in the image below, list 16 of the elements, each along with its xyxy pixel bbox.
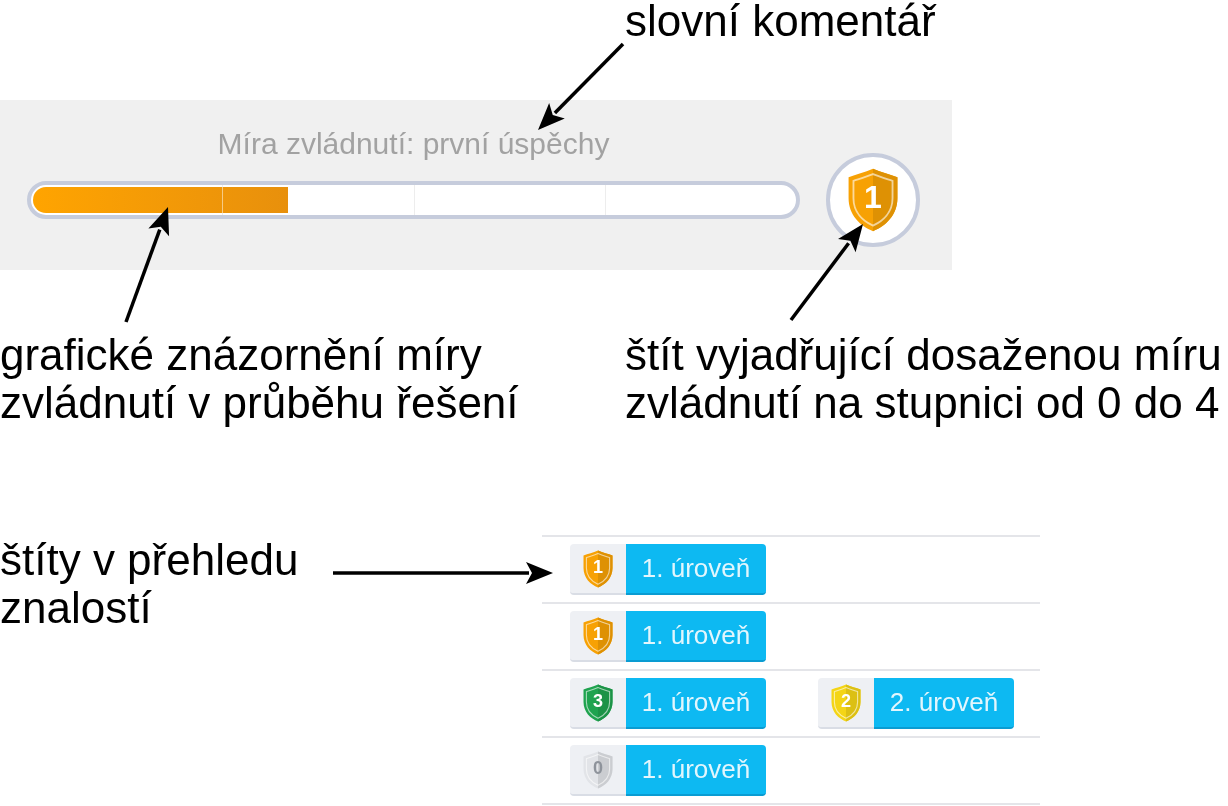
shield-number: 0 [593, 758, 603, 780]
shield-number: 1 [593, 624, 603, 646]
level-label[interactable]: 1. úroveň [626, 544, 766, 595]
level-label[interactable]: 1. úroveň [626, 745, 766, 796]
level-label[interactable]: 2. úroveň [874, 678, 1014, 729]
shield-number: 1 [593, 557, 603, 579]
annotation-text: slovní komentář [625, 0, 936, 45]
level-label[interactable]: 1. úroveň [626, 678, 766, 729]
annotation-text: štíty v přehledu znalostí [0, 536, 299, 632]
annotation-text: štít vyjadřující dosaženou míru zvládnutí na stupnici od 0 do 4 [625, 331, 1222, 427]
level-label[interactable]: 1. úroveň [626, 611, 766, 662]
annotation-text: grafické znázornění míry zvládnutí v průběhu řešení [0, 331, 519, 427]
mastery-comment: Míra zvládnutí: první úspěchy [216, 128, 611, 160]
shield-number: 3 [593, 691, 603, 713]
shield-number: 1 [864, 180, 882, 217]
shield-number: 2 [841, 691, 851, 713]
